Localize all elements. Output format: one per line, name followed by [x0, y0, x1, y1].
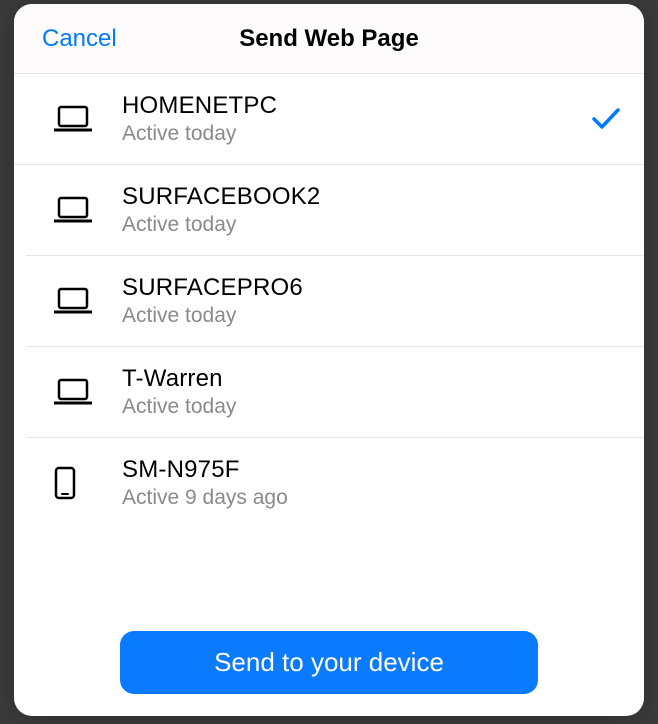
laptop-icon — [54, 105, 96, 133]
laptop-icon — [54, 378, 96, 406]
device-name-label: T-Warren — [122, 365, 622, 393]
checkmark-icon — [590, 108, 622, 130]
send-to-device-button[interactable]: Send to your device — [120, 631, 538, 694]
device-info: SURFACEPRO6 Active today — [122, 274, 622, 328]
phone-icon — [54, 466, 96, 500]
laptop-icon — [54, 196, 96, 224]
device-info: SURFACEBOOK2 Active today — [122, 183, 622, 237]
device-status-label: Active today — [122, 122, 590, 146]
device-row-surfacebook2[interactable]: SURFACEBOOK2 Active today — [26, 165, 644, 256]
device-status-label: Active today — [122, 304, 622, 328]
device-list: HOMENETPC Active today SURFACEBOOK2 Acti… — [14, 74, 644, 623]
device-row-homenetpc[interactable]: HOMENETPC Active today — [14, 74, 644, 165]
device-info: SM-N975F Active 9 days ago — [122, 456, 622, 510]
cancel-button[interactable]: Cancel — [42, 25, 117, 53]
device-status-label: Active today — [122, 213, 622, 237]
send-webpage-sheet: Cancel Send Web Page HOMENETPC Active to… — [14, 4, 644, 716]
device-name-label: SURFACEBOOK2 — [122, 183, 622, 211]
device-info: HOMENETPC Active today — [122, 92, 590, 146]
device-name-label: HOMENETPC — [122, 92, 590, 120]
device-row-smn975f[interactable]: SM-N975F Active 9 days ago — [26, 438, 644, 528]
device-row-twarren[interactable]: T-Warren Active today — [26, 347, 644, 438]
device-name-label: SM-N975F — [122, 456, 622, 484]
device-info: T-Warren Active today — [122, 365, 622, 419]
device-status-label: Active 9 days ago — [122, 486, 622, 510]
device-status-label: Active today — [122, 395, 622, 419]
sheet-footer: Send to your device — [14, 623, 644, 716]
device-name-label: SURFACEPRO6 — [122, 274, 622, 302]
laptop-icon — [54, 287, 96, 315]
sheet-header: Cancel Send Web Page — [14, 4, 644, 74]
sheet-title: Send Web Page — [239, 25, 419, 53]
device-row-surfacepro6[interactable]: SURFACEPRO6 Active today — [26, 256, 644, 347]
